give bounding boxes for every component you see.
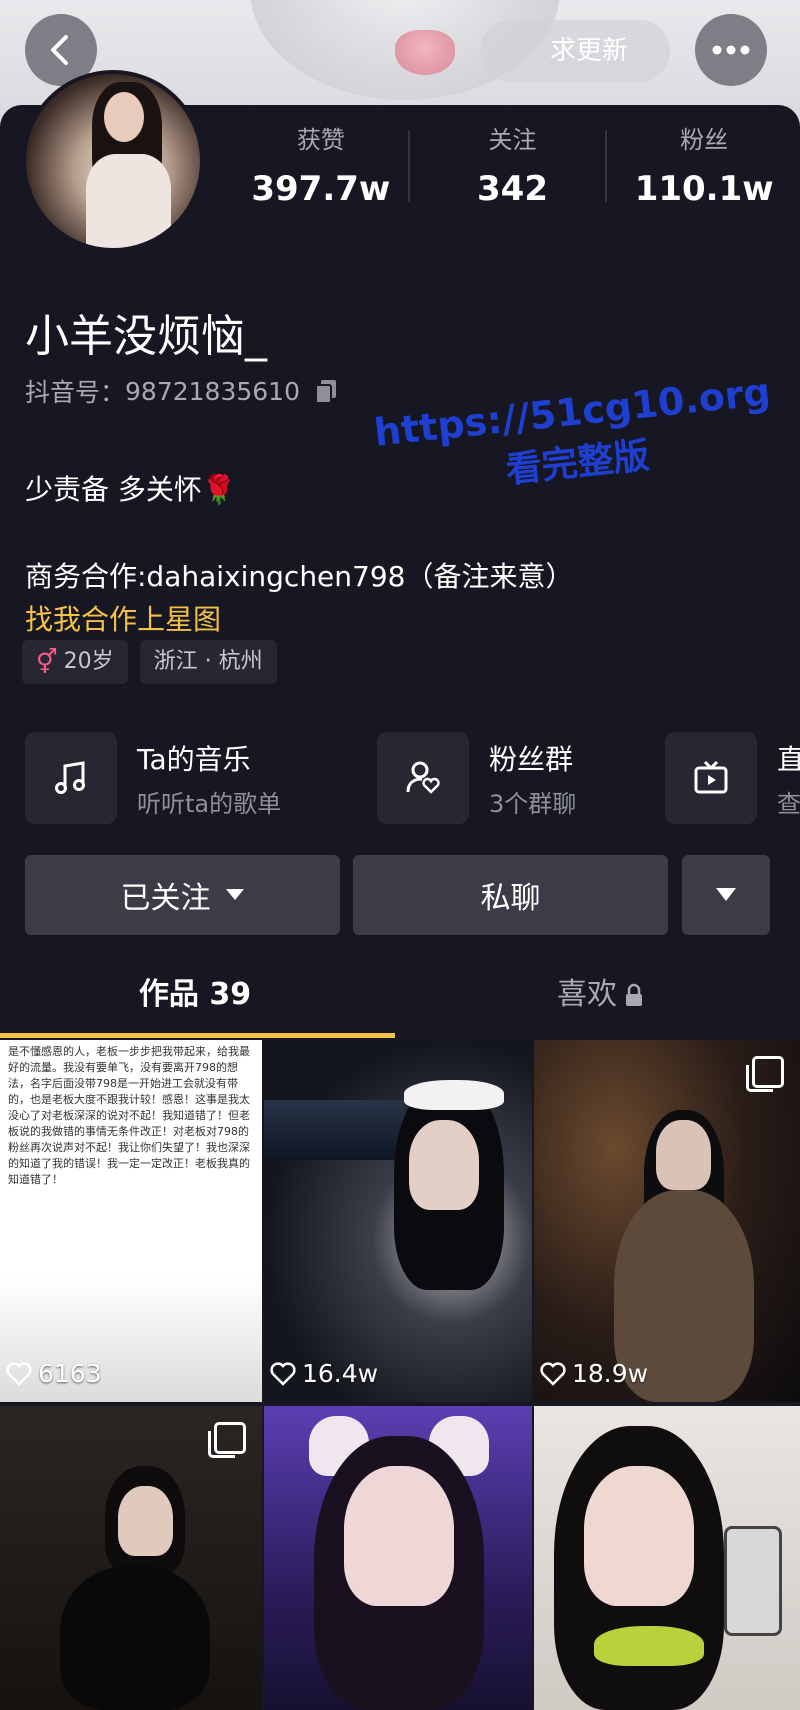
female-icon: ⚥ — [36, 648, 58, 676]
service-subtitle: 查 — [777, 789, 800, 818]
message-button[interactable]: 私聊 — [353, 855, 668, 935]
service-title: 粉丝群 — [489, 742, 574, 776]
service-music[interactable]: Ta的音乐 听听ta的歌单 — [25, 732, 281, 824]
heart-icon — [540, 1361, 566, 1386]
stat-value: 397.7w — [251, 169, 391, 209]
star-map-link[interactable]: 找我合作上星图 — [25, 598, 221, 638]
more-button[interactable] — [695, 14, 767, 86]
thumb-person-face — [584, 1466, 694, 1606]
service-live[interactable]: 直 查 — [665, 732, 800, 824]
video-grid: 是不懂感恩的人，老板一步步把我带起来，给我最好的流量。我没有要单飞，没有要离开7… — [0, 1040, 800, 1710]
tab-likes-label: 喜欢 — [557, 977, 617, 1012]
like-count: 6163 — [6, 1359, 102, 1388]
followed-button[interactable]: 已关注 — [25, 855, 340, 935]
stat-divider — [605, 130, 607, 202]
stat-value: 342 — [477, 169, 548, 209]
cover-cat-nose — [395, 30, 455, 75]
account-id: 98721835610 — [125, 376, 300, 406]
service-title: 直 — [777, 742, 800, 776]
action-buttons: 已关注 私聊 — [25, 855, 770, 935]
service-fan-group[interactable]: 粉丝群 3个群聊 — [377, 732, 576, 824]
tab-likes[interactable]: 喜欢 — [400, 950, 800, 1040]
stat-label: 关注 — [488, 126, 537, 154]
thumb-person-face — [344, 1466, 454, 1606]
thumb-person-face — [656, 1120, 711, 1190]
account-label: 抖音号： — [25, 378, 126, 407]
video-thumbnail[interactable]: 18.9w — [534, 1040, 800, 1402]
video-note-text: 是不懂感恩的人，老板一步步把我带起来，给我最好的流量。我没有要单飞，没有要离开7… — [8, 1045, 250, 1186]
tab-active-indicator — [0, 1033, 395, 1038]
tv-icon — [694, 760, 728, 794]
business-contact: 商务合作:dahaixingchen798（备注来意） — [25, 560, 574, 593]
profile-tags: ⚥ 20岁 浙江 · 杭州 — [22, 640, 277, 684]
stat-value: 110.1w — [634, 169, 774, 209]
service-title: Ta的音乐 — [137, 742, 251, 776]
service-row: Ta的音乐 听听ta的歌单 粉丝群 3个群聊 直 查 — [25, 732, 800, 824]
multi-image-icon — [746, 1056, 784, 1092]
video-thumbnail[interactable]: 16.4w — [264, 1040, 532, 1402]
copy-icon[interactable] — [312, 377, 340, 405]
stat-divider — [408, 130, 410, 202]
video-thumbnail[interactable]: 是不懂感恩的人，老板一步步把我带起来，给我最好的流量。我没有要单飞，没有要离开7… — [0, 1040, 262, 1402]
location-tag: 浙江 · 杭州 — [139, 640, 277, 684]
avatar-dress — [86, 154, 171, 248]
thumb-background — [264, 1100, 404, 1160]
followed-label: 已关注 — [120, 881, 211, 916]
like-count-text: 6163 — [38, 1359, 102, 1388]
svc-icon-box — [665, 732, 757, 824]
service-subtitle: 3个群聊 — [489, 789, 577, 818]
video-thumbnail[interactable] — [534, 1406, 800, 1710]
heart-icon — [6, 1361, 32, 1386]
caret-down-icon — [716, 888, 736, 901]
music-note-icon — [55, 761, 85, 794]
avatar[interactable] — [22, 70, 204, 252]
svc-icon-box — [25, 732, 117, 824]
content-tabs: 作品 39 喜欢 — [0, 950, 800, 1040]
thumb-headband — [404, 1080, 504, 1110]
video-thumbnail[interactable] — [0, 1406, 262, 1710]
svc-icon-box — [377, 732, 469, 824]
account-id-row: 抖音号： 98721835610 — [25, 373, 340, 409]
fan-group-icon — [406, 761, 440, 794]
tab-works[interactable]: 作品 39 — [0, 950, 390, 1040]
caret-down-icon — [225, 889, 244, 900]
thumb-person-dress — [60, 1566, 210, 1710]
like-count-text: 18.9w — [572, 1359, 649, 1388]
like-count: 16.4w — [270, 1359, 378, 1388]
age-text: 20岁 — [63, 649, 114, 674]
more-actions-button[interactable] — [682, 855, 770, 935]
avatar-face — [104, 92, 144, 142]
video-thumbnail[interactable] — [264, 1406, 532, 1710]
thumb-person-face — [409, 1120, 479, 1210]
stat-likes[interactable]: 获赞 397.7w — [225, 120, 417, 215]
like-count-text: 16.4w — [302, 1359, 379, 1388]
stats-bar: 获赞 397.7w 关注 342 粉丝 110.1w — [225, 120, 800, 215]
stat-label: 获赞 — [296, 126, 345, 154]
stat-label: 粉丝 — [680, 126, 729, 154]
lock-icon — [626, 983, 642, 1006]
chevron-left-icon — [51, 35, 68, 65]
stat-following[interactable]: 关注 342 — [417, 120, 609, 215]
thumb-person-face — [118, 1486, 173, 1556]
nickname: 小羊没烦恼_ — [25, 311, 267, 362]
like-count: 18.9w — [540, 1359, 648, 1388]
cover-request-pill[interactable]: 求更新 — [480, 20, 670, 82]
stat-followers[interactable]: 粉丝 110.1w — [608, 120, 800, 215]
thumb-person-top — [594, 1626, 704, 1666]
service-subtitle: 听听ta的歌单 — [137, 789, 282, 818]
age-tag: ⚥ 20岁 — [22, 640, 128, 684]
more-dots-icon — [712, 45, 750, 55]
thumb-phone-prop — [724, 1526, 782, 1636]
signature: 少责备 多关怀🌹 — [25, 473, 237, 506]
multi-image-icon — [208, 1422, 246, 1458]
heart-icon — [270, 1361, 296, 1386]
